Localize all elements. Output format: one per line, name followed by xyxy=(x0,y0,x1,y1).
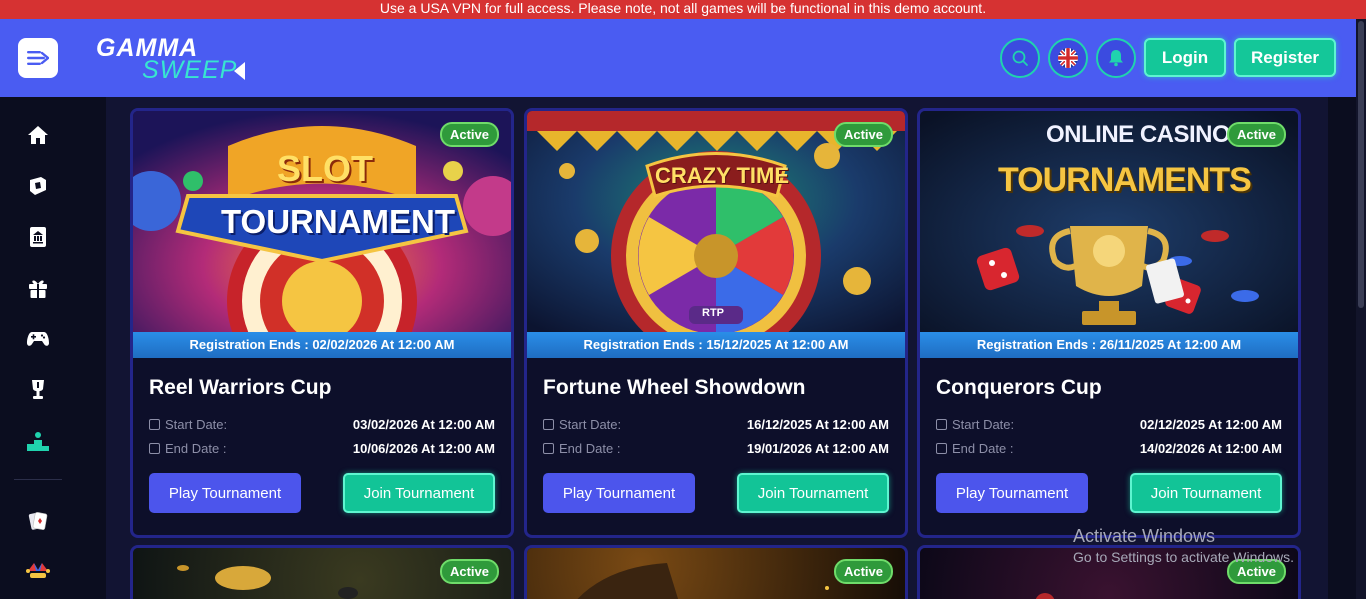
start-date-label: Start Date: xyxy=(165,417,228,432)
artwork-text-bottom: TOURNAMENT xyxy=(221,203,456,240)
play-tournament-button[interactable]: Play Tournament xyxy=(543,473,695,513)
tournament-banner-image[interactable]: Active xyxy=(133,548,511,599)
tournament-card: SLOT TOURNAMENT Active Registration Ends… xyxy=(130,108,514,538)
end-date-label: End Date : xyxy=(952,441,1014,456)
end-date-value: 19/01/2026 At 12:00 AM xyxy=(746,441,889,456)
end-date-value: 10/06/2026 At 12:00 AM xyxy=(352,441,495,456)
tournament-banner-image[interactable]: SLOT TOURNAMENT Active xyxy=(133,111,511,332)
tournament-grid: SLOT TOURNAMENT Active Registration Ends… xyxy=(106,97,1328,599)
watermark-title: Activate Windows xyxy=(1073,526,1216,546)
shield-icon xyxy=(30,177,46,195)
artwork-text-top: SLOT xyxy=(277,148,373,189)
sidebar xyxy=(0,97,76,599)
page-scrollbar[interactable] xyxy=(1356,19,1366,599)
play-tournament-button[interactable]: Play Tournament xyxy=(149,473,301,513)
vpn-notice-banner: Use a USA VPN for full access. Please no… xyxy=(0,0,1366,19)
registration-ends: Registration Ends : 26/11/2025 At 12:00 … xyxy=(920,332,1298,358)
calendar-icon xyxy=(149,443,160,454)
end-date-label: End Date : xyxy=(559,441,621,456)
notifications-button[interactable] xyxy=(1096,38,1136,78)
sidebar-toggle-button[interactable] xyxy=(18,38,58,78)
windows-activation-watermark: Activate Windows Go to Settings to activ… xyxy=(1073,526,1294,565)
sidebar-item-games[interactable] xyxy=(24,325,52,353)
uk-flag-icon xyxy=(1058,48,1078,68)
gamma-sweep-logo[interactable]: GAMMA SWEEP xyxy=(96,34,246,84)
sidebar-divider xyxy=(14,479,62,480)
sidebar-item-live[interactable] xyxy=(24,558,52,586)
gamepad-icon xyxy=(27,332,49,346)
gift-icon xyxy=(29,280,47,298)
status-badge: Active xyxy=(439,559,499,584)
sidebar-item-promotions[interactable] xyxy=(24,274,52,302)
artwork-text-top: ONLINE CASINO xyxy=(1046,121,1231,148)
sidebar-item-bank[interactable] xyxy=(24,223,52,251)
register-button[interactable]: Register xyxy=(1234,38,1336,77)
scrollbar-thumb[interactable] xyxy=(1358,21,1364,308)
search-button[interactable] xyxy=(1000,38,1040,78)
login-button[interactable]: Login xyxy=(1144,38,1226,77)
join-tournament-button[interactable]: Join Tournament xyxy=(1130,473,1282,513)
language-button[interactable] xyxy=(1048,38,1088,78)
start-date-label: Start Date: xyxy=(952,417,1015,432)
logo-text-bottom: SWEEP xyxy=(142,56,238,84)
top-header: GAMMA SWEEP Login Register xyxy=(0,19,1356,97)
cards-icon xyxy=(28,512,48,530)
tournament-card: Active xyxy=(130,545,514,599)
calendar-icon xyxy=(149,419,160,430)
join-tournament-button[interactable]: Join Tournament xyxy=(737,473,889,513)
start-date-label: Start Date: xyxy=(559,417,622,432)
registration-ends: Registration Ends : 02/02/2026 At 12:00 … xyxy=(133,332,511,358)
tournament-card: CRAZY TIME RTP Active Registration Ends … xyxy=(524,108,908,538)
sidebar-item-table-games[interactable] xyxy=(24,507,52,535)
tournament-title: Fortune Wheel Showdown xyxy=(543,376,806,399)
calendar-icon xyxy=(936,443,947,454)
tournament-banner-image[interactable]: ONLINE CASINO TOURNAMENTS Active xyxy=(920,111,1298,332)
menu-arrow-icon xyxy=(27,51,49,65)
search-icon xyxy=(1012,50,1028,66)
play-tournament-button[interactable]: Play Tournament xyxy=(936,473,1088,513)
status-badge: Active xyxy=(833,122,893,147)
calendar-icon xyxy=(936,419,947,430)
status-badge: Active xyxy=(833,559,893,584)
status-badge: Active xyxy=(1226,122,1286,147)
sidebar-item-casino[interactable] xyxy=(24,172,52,200)
watermark-subtitle: Go to Settings to activate Windows. xyxy=(1073,549,1294,565)
calendar-icon xyxy=(543,443,554,454)
bell-icon xyxy=(1109,50,1123,67)
sidebar-item-tournaments[interactable] xyxy=(24,427,52,455)
artwork-text-top: CRAZY TIME xyxy=(655,163,790,188)
artwork-text-bottom: RTP xyxy=(702,307,724,319)
podium-icon xyxy=(27,432,49,451)
join-tournament-button[interactable]: Join Tournament xyxy=(343,473,495,513)
end-date-value: 14/02/2026 At 12:00 AM xyxy=(1139,441,1282,456)
logo-play-icon xyxy=(234,62,245,80)
tournament-title: Conquerors Cup xyxy=(936,376,1102,399)
sidebar-item-trophy[interactable] xyxy=(24,376,52,404)
tournament-card: ONLINE CASINO TOURNAMENTS Active Registr… xyxy=(917,108,1301,538)
registration-ends: Registration Ends : 15/12/2025 At 12:00 … xyxy=(527,332,905,358)
home-icon xyxy=(28,126,48,144)
trophy-icon xyxy=(32,380,44,399)
bank-icon xyxy=(30,227,46,247)
start-date-value: 16/12/2025 At 12:00 AM xyxy=(746,417,889,432)
tournament-card: Active xyxy=(524,545,908,599)
tournament-banner-image[interactable]: Active xyxy=(527,548,905,599)
jester-icon xyxy=(26,563,50,578)
tournament-banner-image[interactable]: CRAZY TIME RTP Active xyxy=(527,111,905,332)
calendar-icon xyxy=(543,419,554,430)
artwork-text-bottom: TOURNAMENTS xyxy=(998,161,1252,199)
start-date-value: 02/12/2025 At 12:00 AM xyxy=(1139,417,1282,432)
end-date-label: End Date : xyxy=(165,441,227,456)
status-badge: Active xyxy=(439,122,499,147)
sidebar-item-home[interactable] xyxy=(24,121,52,149)
start-date-value: 03/02/2026 At 12:00 AM xyxy=(352,417,495,432)
tournament-title: Reel Warriors Cup xyxy=(149,376,332,399)
